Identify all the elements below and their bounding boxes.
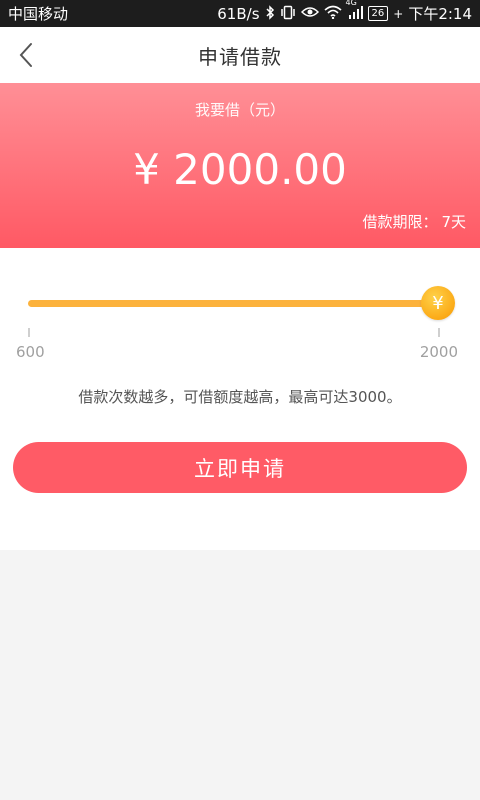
apply-now-button[interactable]: 立即申请	[13, 442, 467, 493]
signal-type-label: 4G	[345, 0, 357, 7]
yen-icon: ¥	[432, 292, 444, 314]
loan-amount: ¥ 2000.00	[133, 145, 347, 194]
battery-level: 26	[371, 7, 385, 19]
eye-icon	[300, 5, 319, 22]
app-header: 申请借款	[0, 27, 480, 83]
clock: 下午2:14	[408, 5, 472, 23]
back-button[interactable]	[6, 35, 46, 75]
slider-max-label: 2000	[419, 343, 458, 361]
loan-term: 借款期限： 7天	[362, 211, 466, 232]
status-icons: 61B/s 4G 26 + 下午2:14	[217, 0, 472, 24]
bluetooth-icon	[265, 4, 275, 23]
chevron-left-icon	[19, 43, 32, 67]
status-bar: 中国移动 61B/s 4G 26 + 下午2:14	[0, 0, 480, 27]
amount-slider-track[interactable]	[28, 300, 440, 307]
carrier-name: 中国移动	[8, 5, 69, 23]
charging-plus-icon: +	[393, 6, 404, 21]
credit-limit-note: 借款次数越多，可借额度越高，最高可达3000。	[78, 388, 402, 406]
battery-icon: 26	[367, 6, 389, 21]
vibrate-icon	[280, 5, 296, 23]
net-speed: 61B/s	[217, 4, 260, 23]
loan-amount-banner: 我要借（元） ¥ 2000.00 借款期限： 7天	[0, 83, 480, 248]
page-title: 申请借款	[198, 44, 282, 69]
slider-max-tick	[438, 328, 440, 337]
slider-min-tick	[28, 328, 30, 337]
loan-term-label: 借款期限：	[362, 213, 438, 231]
loan-panel: ¥ 600 2000 借款次数越多，可借额度越高，最高可达3000。 立即申请	[0, 248, 480, 550]
wifi-icon	[323, 5, 342, 22]
slider-min-label: 600	[16, 343, 45, 361]
signal-icon: 4G	[346, 0, 363, 22]
loan-term-value: 7天	[441, 213, 466, 231]
amount-slider-knob[interactable]: ¥	[421, 286, 455, 320]
amount-label: 我要借（元）	[194, 101, 285, 119]
